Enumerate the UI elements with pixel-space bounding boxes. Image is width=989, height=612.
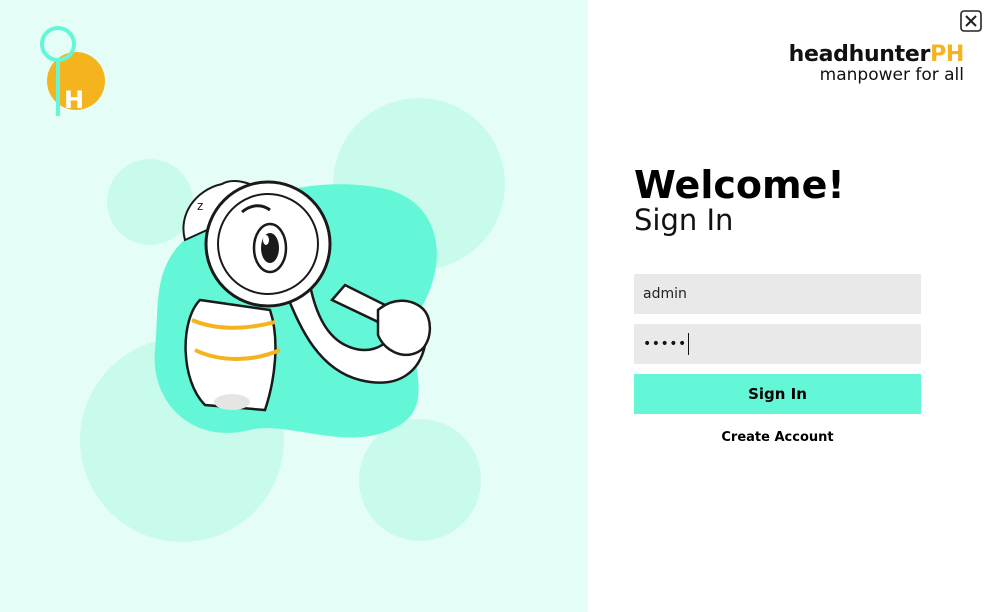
signin-panel: headhunterPH manpower for all Welcome! S… [588,0,989,612]
brand-name-accent: PH [930,42,964,67]
password-value: ••••• [643,336,687,352]
text-caret [687,333,689,355]
username-field[interactable]: admin [634,274,921,314]
brand-name-main: headhunter [788,42,931,67]
login-window: H z headhunterPH manpower for all Welcom… [0,0,989,612]
password-field[interactable]: ••••• [634,324,921,364]
username-value: admin [643,286,687,302]
signin-heading: Sign In [634,203,734,237]
welcome-title: Welcome! [634,163,845,207]
magnifier-character-illustration: z [182,180,431,412]
brand-logo: headhunterPH manpower for all [788,42,965,85]
create-account-link[interactable]: Create Account [634,430,921,445]
close-icon[interactable] [960,10,982,32]
illustration-panel: H z [0,0,588,612]
brand-name: headhunterPH [788,42,965,67]
brand-tagline: manpower for all [819,65,964,85]
signin-button[interactable]: Sign In [634,374,921,414]
svg-text:z: z [197,199,203,213]
